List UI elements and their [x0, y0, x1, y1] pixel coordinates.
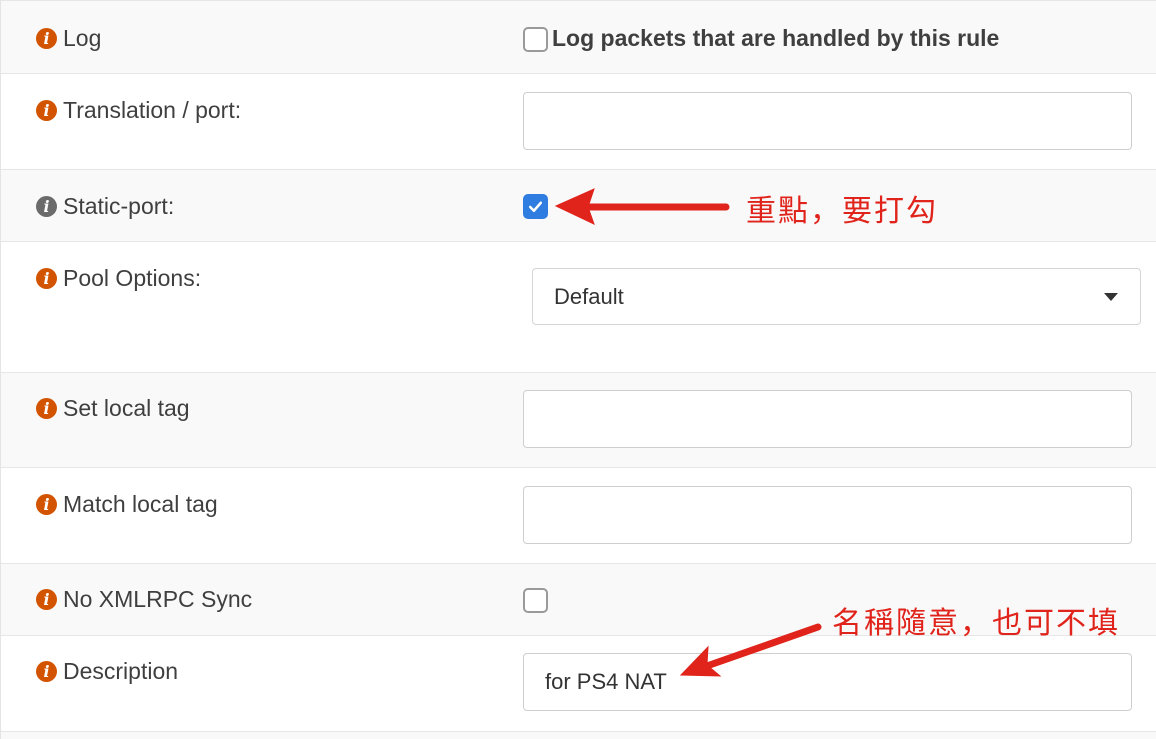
- match-local-tag-input[interactable]: [523, 486, 1132, 544]
- pool-options-label-text: Pool Options:: [63, 265, 202, 291]
- row-set-local-tag: i Set local tag: [1, 372, 1156, 467]
- check-icon: [528, 201, 543, 213]
- caret-down-icon: [1104, 293, 1118, 301]
- description-annotation: 名稱隨意，也可不填: [832, 606, 1120, 641]
- match-local-tag-label: i Match local tag: [36, 491, 218, 518]
- static-port-label-text: Static-port:: [63, 193, 175, 219]
- info-circle-icon[interactable]: i: [36, 100, 57, 121]
- translation-port-label: i Translation / port:: [36, 97, 241, 124]
- info-circle-icon[interactable]: i: [36, 268, 57, 289]
- info-circle-icon[interactable]: i: [36, 661, 57, 682]
- row-match-local-tag: i Match local tag: [1, 467, 1156, 563]
- static-port-label: i Static-port:: [36, 193, 174, 220]
- info-circle-icon[interactable]: i: [36, 398, 57, 419]
- row-log: i Log Log packets that are handled by th…: [1, 0, 1156, 73]
- match-local-tag-label-text: Match local tag: [63, 491, 218, 517]
- pool-options-select[interactable]: Default: [532, 268, 1141, 325]
- log-checkbox-label[interactable]: Log packets that are handled by this rul…: [552, 25, 999, 52]
- info-circle-icon[interactable]: i: [36, 28, 57, 49]
- row-description: i Description for PS4 NAT: [1, 635, 1156, 731]
- translation-port-input[interactable]: [523, 92, 1132, 150]
- row-next: [1, 731, 1156, 739]
- info-circle-icon[interactable]: i: [36, 589, 57, 610]
- no-xmlrpc-sync-label-text: No XMLRPC Sync: [63, 586, 253, 612]
- translation-port-label-text: Translation / port:: [63, 97, 242, 123]
- pool-options-panel: Default: [523, 258, 1156, 353]
- row-static-port: i Static-port:: [1, 169, 1156, 241]
- log-label: i Log: [36, 25, 101, 52]
- row-translation-port: i Translation / port:: [1, 73, 1156, 169]
- description-input[interactable]: for PS4 NAT: [523, 653, 1132, 711]
- log-label-text: Log: [63, 25, 102, 51]
- log-checkbox[interactable]: [523, 27, 548, 52]
- static-port-checkbox[interactable]: [523, 194, 548, 219]
- set-local-tag-label-text: Set local tag: [63, 395, 190, 421]
- static-port-annotation: 重點，要打勾: [746, 194, 938, 229]
- no-xmlrpc-sync-label: i No XMLRPC Sync: [36, 586, 252, 613]
- info-circle-icon[interactable]: i: [36, 196, 57, 217]
- description-label-text: Description: [63, 658, 179, 684]
- pool-options-label: i Pool Options:: [36, 265, 201, 292]
- description-label: i Description: [36, 658, 178, 685]
- pool-options-selected: Default: [554, 283, 624, 309]
- set-local-tag-label: i Set local tag: [36, 395, 190, 422]
- no-xmlrpc-sync-checkbox[interactable]: [523, 588, 548, 613]
- info-circle-icon[interactable]: i: [36, 494, 57, 515]
- set-local-tag-input[interactable]: [523, 390, 1132, 448]
